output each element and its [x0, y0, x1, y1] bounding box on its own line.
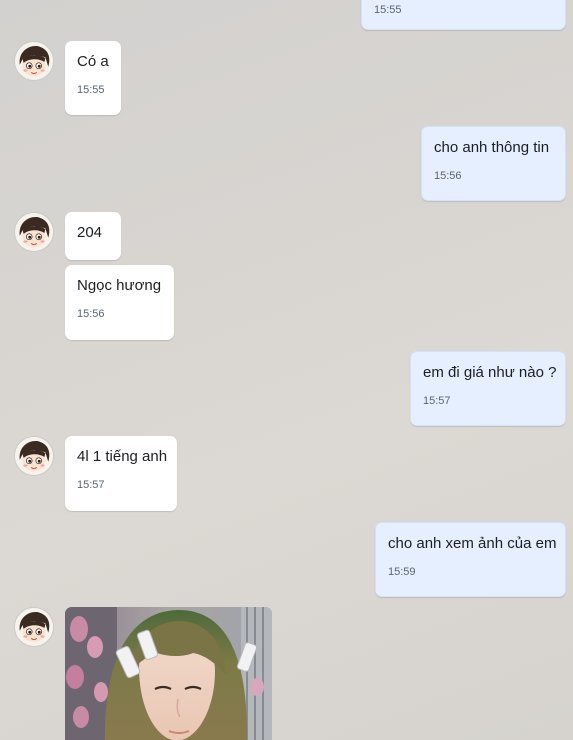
- outgoing-message-bubble[interactable]: 15:55: [361, 0, 566, 30]
- message-text: Ngọc hương: [77, 277, 162, 294]
- message-time: 15:55: [374, 4, 402, 16]
- outgoing-message-bubble[interactable]: cho anh thông tin 15:56: [421, 126, 566, 201]
- incoming-message-bubble[interactable]: Có a 15:55: [65, 41, 121, 115]
- message-text: cho anh thông tin: [434, 139, 550, 156]
- outgoing-message-bubble[interactable]: em đi giá như nào ? 15:57: [410, 351, 566, 426]
- message-time: 15:57: [423, 395, 451, 407]
- contact-avatar-icon[interactable]: [14, 212, 54, 252]
- contact-avatar-icon[interactable]: [14, 607, 54, 647]
- message-text: Có a: [77, 53, 109, 70]
- message-time: 15:55: [77, 84, 105, 96]
- message-text: 4l 1 tiếng anh: [77, 448, 168, 465]
- message-time: 15:56: [77, 308, 105, 320]
- message-text: 204: [77, 224, 103, 241]
- contact-avatar-icon[interactable]: [14, 41, 54, 81]
- message-text: em đi giá như nào ?: [423, 364, 557, 381]
- incoming-message-bubble[interactable]: 204: [65, 212, 121, 260]
- contact-avatar-icon[interactable]: [14, 436, 54, 476]
- incoming-message-bubble[interactable]: 4l 1 tiếng anh 15:57: [65, 436, 177, 511]
- incoming-message-bubble[interactable]: Ngọc hương 15:56: [65, 265, 174, 340]
- message-time: 15:56: [434, 170, 462, 182]
- message-time: 15:59: [388, 566, 416, 578]
- image-message[interactable]: [65, 607, 272, 740]
- message-text: cho anh xem ảnh của em: [388, 535, 557, 552]
- outgoing-message-bubble[interactable]: cho anh xem ảnh của em 15:59: [375, 522, 566, 597]
- message-time: 15:57: [77, 479, 105, 491]
